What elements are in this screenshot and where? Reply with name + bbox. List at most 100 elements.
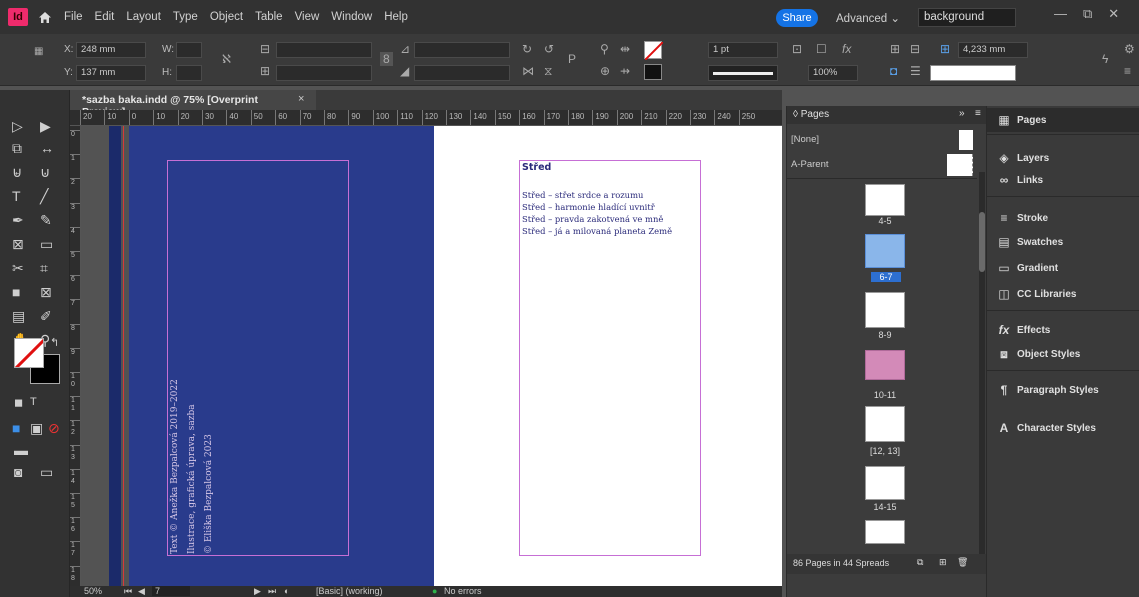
selection-tool-icon[interactable]: ▷ bbox=[12, 118, 23, 135]
preflight-status[interactable]: No errors bbox=[444, 586, 482, 596]
restore-icon[interactable]: ⧉ bbox=[1083, 6, 1092, 22]
page-size-icon[interactable]: ⧉ bbox=[917, 557, 923, 568]
formatting-text-icon[interactable]: T bbox=[30, 396, 37, 408]
spread-thumb-12-13[interactable] bbox=[865, 406, 905, 442]
menu-table[interactable]: Table bbox=[255, 11, 283, 23]
none-parent-row[interactable]: [None] bbox=[791, 130, 973, 152]
apply-none-icon[interactable]: ⊘ bbox=[48, 420, 60, 437]
panel-character-styles[interactable]: A Character Styles bbox=[987, 416, 1139, 440]
apply-color-icon[interactable]: ■ bbox=[12, 420, 20, 436]
screen-mode-icon[interactable]: ▬ bbox=[14, 442, 28, 458]
panel-menu-icon[interactable]: ≡ bbox=[1124, 64, 1131, 78]
spread-label-14-15[interactable]: 14-15 bbox=[855, 502, 915, 512]
line-tool-icon[interactable]: ╱ bbox=[40, 188, 48, 205]
flip-horizontal-icon[interactable]: ⋈ bbox=[522, 64, 534, 78]
spread-label-6-7[interactable]: 6-7 bbox=[871, 272, 901, 282]
fill-frame-icon[interactable]: ☐ bbox=[816, 42, 827, 56]
panel-swatches[interactable]: ▤ Swatches bbox=[987, 230, 1139, 254]
gap-field[interactable]: 4,233 mm bbox=[958, 42, 1028, 58]
gradient-feather-tool-icon[interactable]: ⊠ bbox=[40, 284, 52, 301]
rectangle-frame-tool-icon[interactable]: ⊠ bbox=[12, 236, 24, 253]
spread-thumb-8-9[interactable] bbox=[865, 292, 905, 328]
x-field[interactable]: 248 mm bbox=[76, 42, 146, 58]
menu-edit[interactable]: Edit bbox=[95, 11, 115, 23]
w-field[interactable] bbox=[176, 42, 202, 58]
poem-text-frame[interactable]: Střed Střed – střet srdce a rozumu Střed… bbox=[520, 160, 700, 237]
preview-view-icon[interactable]: ▭ bbox=[40, 464, 53, 481]
shear-field[interactable] bbox=[414, 65, 510, 81]
gap-tool-icon[interactable]: ↔ bbox=[40, 140, 54, 156]
prev-page-icon[interactable]: ◀ bbox=[138, 586, 145, 597]
next-page-icon[interactable]: ▶ bbox=[254, 586, 261, 597]
spread-thumb-14-15[interactable] bbox=[865, 466, 905, 500]
constrain-link-icon[interactable]: ℵ bbox=[222, 52, 231, 66]
content-collector-icon[interactable]: ⊌ bbox=[12, 164, 22, 181]
search-input[interactable]: background bbox=[918, 8, 1016, 27]
panel-object-styles[interactable]: ⧈ Object Styles bbox=[987, 342, 1139, 366]
panel-menu-icon[interactable]: ≡ bbox=[975, 108, 981, 119]
type-tool-icon[interactable]: T bbox=[12, 188, 21, 204]
close-tab-icon[interactable]: × bbox=[298, 93, 304, 105]
panel-collapse-icon[interactable]: » bbox=[959, 108, 965, 119]
panel-stroke[interactable]: ≡ Stroke bbox=[987, 206, 1139, 230]
rotate-field[interactable] bbox=[414, 42, 510, 58]
scale-x-field[interactable] bbox=[276, 42, 372, 58]
stroke-weight-field[interactable]: 1 pt bbox=[708, 42, 778, 58]
menu-object[interactable]: Object bbox=[210, 11, 243, 23]
spread-label-10-11[interactable]: 10-11 bbox=[855, 390, 915, 400]
spread-label-12-13[interactable]: [12, 13] bbox=[855, 446, 915, 456]
profile-status[interactable]: [Basic] (working) bbox=[316, 586, 383, 596]
new-page-icon[interactable]: ⊞ bbox=[939, 557, 947, 568]
spread-thumb-4-5[interactable] bbox=[865, 184, 905, 216]
document-canvas[interactable]: Text © Anežka Bezpalcová 2019–2022 Ilust… bbox=[81, 126, 782, 587]
color-swatch-field[interactable] bbox=[930, 65, 1016, 81]
distribute-icon[interactable]: ☰ bbox=[910, 64, 921, 78]
lightning-icon[interactable]: ϟ bbox=[1102, 52, 1108, 66]
fill-swatch[interactable] bbox=[644, 41, 664, 61]
pages-scrollbar[interactable] bbox=[979, 172, 985, 558]
stroke-type-field[interactable] bbox=[708, 65, 778, 81]
home-icon[interactable] bbox=[38, 10, 52, 24]
fx-icon[interactable]: fx bbox=[842, 42, 851, 56]
spread-thumb-10-11[interactable] bbox=[865, 350, 905, 380]
h-field[interactable] bbox=[176, 65, 202, 81]
scissors-tool-icon[interactable]: ✂ bbox=[12, 260, 24, 277]
a-parent-row[interactable]: A-Parent bbox=[791, 154, 973, 176]
normal-view-icon[interactable]: ◙ bbox=[14, 464, 22, 480]
eyedropper-tool-icon[interactable]: ✐ bbox=[40, 308, 52, 325]
panel-pages[interactable]: ▦ Pages bbox=[987, 108, 1139, 132]
spread-label-4-5[interactable]: 4-5 bbox=[855, 216, 915, 226]
frame-fitting-icon[interactable]: ⊡ bbox=[792, 42, 802, 56]
direct-selection-tool-icon[interactable]: ▶ bbox=[40, 118, 51, 135]
zoom-level[interactable]: 50% bbox=[84, 586, 102, 596]
page-number-field[interactable]: 7 bbox=[152, 586, 191, 596]
align-left-icon[interactable]: ⊞ bbox=[890, 42, 900, 56]
imprint-text-frame[interactable]: Text © Anežka Bezpalcová 2019–2022 Ilust… bbox=[167, 160, 218, 556]
pen-tool-icon[interactable]: ✒ bbox=[12, 212, 24, 229]
panel-cc-libraries[interactable]: ◫ CC Libraries bbox=[987, 282, 1139, 306]
apply-gradient-icon[interactable]: ▣ bbox=[30, 420, 43, 437]
panel-layers[interactable]: ◈ Layers bbox=[987, 146, 1139, 170]
document-tab[interactable]: *sazba baka.indd @ 75% [Overprint Previe… bbox=[70, 90, 316, 118]
menu-help[interactable]: Help bbox=[384, 11, 408, 23]
menu-file[interactable]: File bbox=[64, 11, 83, 23]
stroke-swatch[interactable] bbox=[644, 64, 662, 80]
scale-y-field[interactable] bbox=[276, 65, 372, 81]
auto-fit-icon[interactable]: ◘ bbox=[890, 64, 897, 78]
select-container-icon[interactable]: ⚲ bbox=[600, 42, 609, 56]
y-field[interactable]: 137 mm bbox=[76, 65, 146, 81]
free-transform-tool-icon[interactable]: ⌗ bbox=[40, 260, 48, 277]
pages-scroll-thumb[interactable] bbox=[979, 212, 985, 272]
select-previous-icon[interactable]: ⊕ bbox=[600, 64, 610, 78]
pages-panel-title[interactable]: ◊ Pages bbox=[793, 109, 829, 120]
align-center-icon[interactable]: ⊟ bbox=[910, 42, 920, 56]
menu-layout[interactable]: Layout bbox=[126, 11, 161, 23]
last-page-icon[interactable]: ⏭ bbox=[268, 586, 276, 597]
menu-type[interactable]: Type bbox=[173, 11, 198, 23]
panel-effects[interactable]: fx Effects bbox=[987, 318, 1139, 342]
workspace-switcher[interactable]: Advanced ⌄ bbox=[836, 11, 900, 25]
constrain-proportions-icon[interactable]: 8 bbox=[380, 52, 393, 66]
open-page-icon[interactable]: ◐ bbox=[284, 586, 289, 596]
opacity-field[interactable]: 100% bbox=[808, 65, 858, 81]
menu-view[interactable]: View bbox=[295, 11, 320, 23]
